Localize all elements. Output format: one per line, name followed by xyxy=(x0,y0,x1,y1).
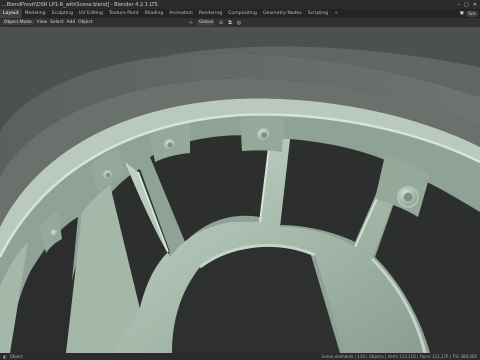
scene-icon: ▣ xyxy=(459,11,464,16)
tab-scripting[interactable]: Scripting xyxy=(305,9,331,18)
menu-object[interactable]: Object xyxy=(78,20,92,25)
3d-viewport[interactable] xyxy=(0,27,480,353)
status-bar: ◧ Object Scene elements | 110 | Objects … xyxy=(0,353,480,360)
workspace-tabs-bar: Layout Modeling Sculpting UV Editing Tex… xyxy=(0,9,480,18)
scene-field[interactable]: Sce xyxy=(466,10,478,17)
status-left: ◧ Object xyxy=(0,354,23,359)
lug-bolt xyxy=(240,113,285,152)
menu-view[interactable]: View xyxy=(37,20,47,25)
minimize-button[interactable]: – xyxy=(458,2,461,8)
proportional-edit-icon[interactable]: ◎ xyxy=(236,20,242,26)
tab-layout[interactable]: Layout xyxy=(0,9,22,18)
scene-selector: ▣ Sce xyxy=(460,9,480,18)
tab-texture-paint[interactable]: Texture Paint xyxy=(106,9,142,18)
tab-rendering[interactable]: Rendering xyxy=(196,9,225,18)
tab-animation[interactable]: Animation xyxy=(166,9,195,18)
viewport-header: Object Mode View Select Add Object ⊹ Glo… xyxy=(0,18,480,27)
tab-uv-editing[interactable]: UV Editing xyxy=(76,9,106,18)
transform-controls: ⊹ Global ⊙ ⧉ ◎ xyxy=(188,19,242,26)
status-action-label: Object xyxy=(9,354,23,359)
tab-shading[interactable]: Shading xyxy=(142,9,167,18)
maximize-button[interactable]: □ xyxy=(464,2,469,8)
tab-compositing[interactable]: Compositing xyxy=(225,9,260,18)
add-workspace-button[interactable]: + xyxy=(331,9,341,18)
tab-modeling[interactable]: Modeling xyxy=(22,9,49,18)
title-bar: ...BlendProvit\DSR LP1-R_withScene.blend… xyxy=(0,0,480,9)
window-controls: – □ ✕ xyxy=(458,2,480,8)
tab-geometry-nodes[interactable]: Geometry Nodes xyxy=(260,9,305,18)
mode-menus: Object Mode View Select Add Object xyxy=(0,20,92,25)
menu-add[interactable]: Add xyxy=(67,20,76,25)
wheel-render xyxy=(0,27,480,353)
snap-icon[interactable]: ⧉ xyxy=(227,20,233,26)
close-button[interactable]: ✕ xyxy=(473,2,477,8)
menu-select[interactable]: Select xyxy=(50,20,64,25)
window-title: ...BlendProvit\DSR LP1-R_withScene.blend… xyxy=(2,1,158,8)
tab-sculpting[interactable]: Sculpting xyxy=(49,9,76,18)
mouse-icon: ◧ xyxy=(3,354,7,359)
pivot-icon[interactable]: ⊙ xyxy=(218,20,224,26)
mode-selector[interactable]: Object Mode xyxy=(2,20,34,25)
orientation-icon: ⊹ xyxy=(188,19,194,26)
scene-statistics: Scene elements | 110 | Objects | Verts 1… xyxy=(321,354,477,359)
transform-orientation-dropdown[interactable]: Global xyxy=(197,19,216,26)
